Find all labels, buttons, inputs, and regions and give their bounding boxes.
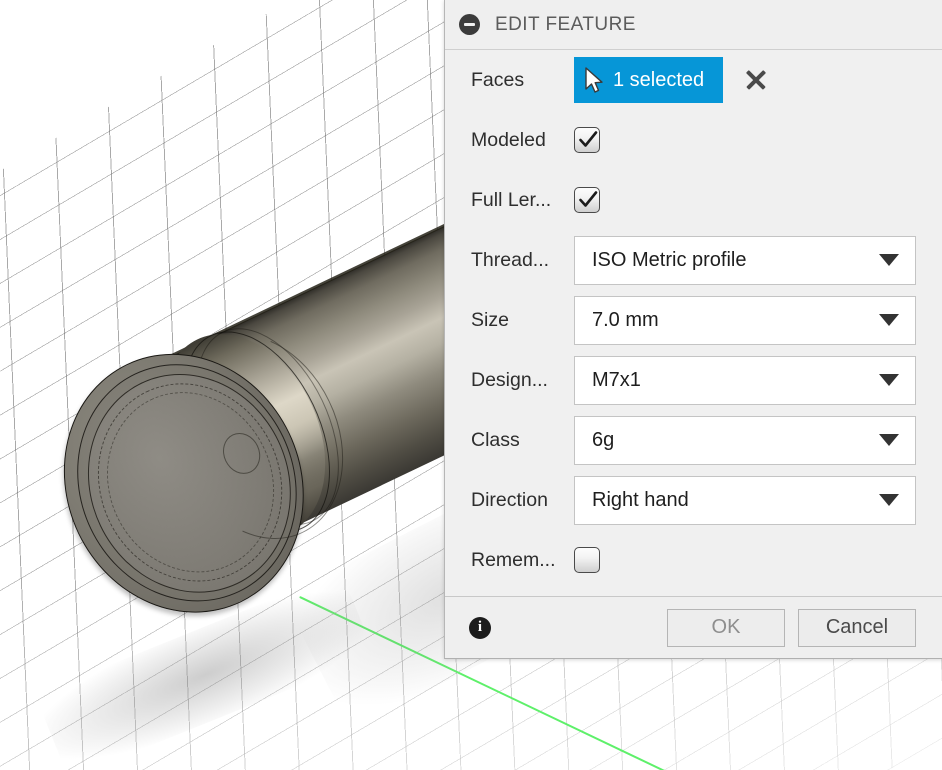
chevron-down-icon — [879, 434, 899, 446]
label-direction: Direction — [471, 488, 548, 511]
row-faces: Faces 1 selected — [445, 50, 942, 110]
row-full-length: Full Ler... — [445, 170, 942, 230]
label-full-length: Full Ler... — [471, 188, 552, 211]
row-size: Size 7.0 mm — [445, 290, 942, 350]
check-icon — [579, 131, 598, 147]
field-full-length — [574, 187, 942, 213]
dialog-title: EDIT FEATURE — [495, 13, 636, 35]
label-modeled: Modeled — [471, 128, 546, 151]
designation-dropdown[interactable]: M7x1 — [574, 355, 916, 405]
class-dropdown[interactable]: 6g — [574, 415, 916, 465]
chevron-down-icon — [879, 374, 899, 386]
row-thread-type: Thread... ISO Metric profile — [445, 230, 942, 290]
size-dropdown[interactable]: 7.0 mm — [574, 295, 916, 345]
full-length-checkbox[interactable] — [574, 187, 600, 213]
row-class: Class 6g — [445, 410, 942, 470]
field-remember — [574, 547, 942, 573]
class-value: 6g — [592, 428, 615, 451]
label-size: Size — [471, 308, 509, 331]
dialog-header: EDIT FEATURE — [445, 0, 942, 50]
remember-checkbox[interactable] — [574, 547, 600, 573]
direction-dropdown[interactable]: Right hand — [574, 475, 916, 525]
faces-selection-count: 1 selected — [613, 68, 705, 91]
close-x-icon[interactable] — [743, 67, 769, 93]
chevron-down-icon — [879, 494, 899, 506]
label-class: Class — [471, 428, 520, 451]
label-faces: Faces — [471, 68, 525, 91]
field-modeled — [574, 127, 942, 153]
field-size: 7.0 mm — [574, 295, 942, 345]
cursor-arrow-icon — [585, 67, 603, 93]
faces-selection-button[interactable]: 1 selected — [574, 57, 724, 103]
row-designation: Design... M7x1 — [445, 350, 942, 410]
label-remember: Remem... — [471, 548, 556, 571]
dialog-body: Faces 1 selected Modeled Full Ler... Thr… — [445, 50, 942, 596]
cancel-button[interactable]: Cancel — [798, 608, 916, 647]
size-value: 7.0 mm — [592, 308, 659, 331]
chevron-down-icon — [879, 254, 899, 266]
label-thread-type: Thread... — [471, 248, 550, 271]
chevron-down-icon — [879, 314, 899, 326]
row-direction: Direction Right hand — [445, 470, 942, 530]
thread-type-dropdown[interactable]: ISO Metric profile — [574, 235, 916, 285]
thread-type-value: ISO Metric profile — [592, 248, 747, 271]
edit-feature-dialog: EDIT FEATURE Faces 1 selected Modeled Fu… — [444, 0, 942, 659]
field-direction: Right hand — [574, 475, 942, 525]
minus-circle-icon[interactable] — [459, 14, 480, 35]
direction-value: Right hand — [592, 488, 689, 511]
field-designation: M7x1 — [574, 355, 942, 405]
field-class: 6g — [574, 415, 942, 465]
designation-value: M7x1 — [592, 368, 641, 391]
row-modeled: Modeled — [445, 110, 942, 170]
modeled-checkbox[interactable] — [574, 127, 600, 153]
info-icon[interactable]: i — [469, 616, 491, 639]
label-designation: Design... — [471, 368, 548, 391]
application-window: EDIT FEATURE Faces 1 selected Modeled Fu… — [0, 0, 942, 770]
dialog-footer: i OK Cancel — [445, 596, 942, 658]
check-icon — [579, 191, 598, 207]
field-faces: 1 selected — [574, 57, 942, 103]
minus-bar — [464, 23, 475, 26]
row-remember: Remem... — [445, 530, 942, 590]
ok-button[interactable]: OK — [667, 608, 785, 647]
field-thread-type: ISO Metric profile — [574, 235, 942, 285]
